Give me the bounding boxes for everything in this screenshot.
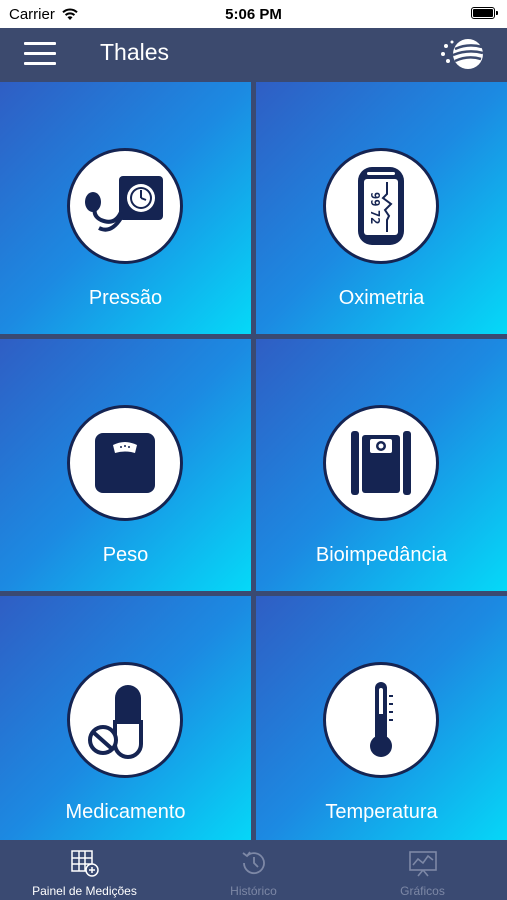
scale-icon — [95, 433, 155, 493]
oximeter-spo2-value: 99 — [368, 192, 382, 206]
tile-label: Oximetria — [338, 287, 425, 309]
tile-label: Peso — [102, 544, 149, 566]
bioimpedance-icon — [351, 431, 411, 495]
tile-oximetria[interactable]: 99 72 Oximetria — [256, 82, 507, 334]
tab-label: Histórico — [230, 884, 277, 898]
hamburger-icon — [24, 42, 56, 45]
tile-label: Pressão — [88, 287, 163, 309]
oximeter-pulse-value: 72 — [368, 210, 382, 224]
charts-icon — [409, 851, 437, 877]
battery-icon — [471, 7, 498, 19]
tile-icon-circle — [67, 662, 183, 778]
tile-icon-circle — [323, 405, 439, 521]
tile-icon-circle: 99 72 — [323, 148, 439, 264]
status-bar: Carrier 5:06 PM — [0, 0, 507, 28]
tab-label: Gráficos — [400, 884, 445, 898]
hamburger-menu-button[interactable] — [24, 42, 56, 66]
tile-icon-circle — [67, 148, 183, 264]
thales-logo-icon — [441, 39, 484, 69]
oximeter-icon: 99 72 — [358, 167, 404, 245]
tab-label: Painel de Medições — [32, 884, 137, 898]
app-screen: Carrier 5:06 PM Thales Pressão 99 72 Oxi… — [0, 0, 507, 900]
medication-icon — [88, 685, 143, 759]
history-icon — [242, 851, 265, 875]
tab-painel-de-medicoes[interactable]: Painel de Medições — [0, 840, 169, 900]
tab-graficos[interactable]: Gráficos — [338, 840, 507, 900]
tile-label: Bioimpedância — [315, 544, 448, 566]
tile-label: Medicamento — [65, 801, 186, 823]
hamburger-icon-line — [24, 52, 56, 55]
tab-bar: Painel de Medições Histórico Gráficos — [0, 840, 507, 900]
tile-icon-circle — [323, 662, 439, 778]
tile-peso[interactable]: Peso — [0, 339, 251, 591]
tile-temperatura[interactable]: Temperatura — [256, 596, 507, 848]
tile-icon-circle — [67, 405, 183, 521]
blood-pressure-icon — [85, 176, 163, 232]
status-time: 5:06 PM — [225, 6, 282, 23]
tab-historico[interactable]: Histórico — [169, 840, 338, 900]
tile-label: Temperatura — [325, 801, 438, 823]
thermometer-icon — [370, 682, 393, 757]
measurements-panel: Pressão 99 72 Oximetria Peso Bioimpedânc… — [0, 80, 507, 848]
hamburger-icon-line — [24, 62, 56, 65]
dashboard-icon — [71, 850, 99, 877]
tile-pressao[interactable]: Pressão — [0, 82, 251, 334]
tile-bioimpedancia[interactable]: Bioimpedância — [256, 339, 507, 591]
tile-medicamento[interactable]: Medicamento — [0, 596, 251, 848]
navigation-bar: Thales — [0, 28, 507, 80]
page-title: Thales — [100, 39, 170, 65]
